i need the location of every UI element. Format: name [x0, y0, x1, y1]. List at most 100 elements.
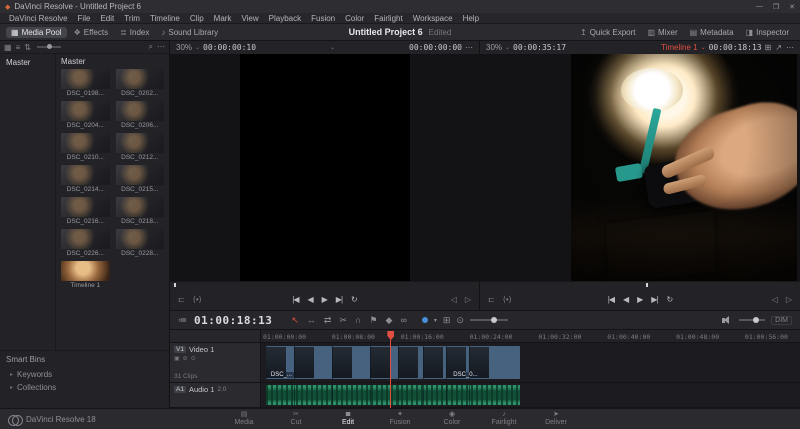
media-clip[interactable]: DSC_0214... — [61, 165, 110, 193]
timeline-ruler[interactable]: 01:00:00:00 01:00:08:00 01:00:16:00 01:00:2… — [170, 330, 800, 343]
goto-first-frame-button[interactable]: |◀ — [292, 295, 299, 304]
source-zoom-select[interactable]: 30% — [176, 43, 192, 52]
timeline-name-select[interactable]: Timeline 1 — [661, 43, 698, 52]
more-options-icon[interactable]: ⋯ — [157, 42, 165, 52]
media-clip[interactable]: DSC_0226... — [61, 229, 110, 257]
dynamic-trim-tool[interactable]: ⇄ — [324, 315, 332, 326]
expand-viewer-icon[interactable]: ↗ — [775, 43, 782, 52]
source-current-timecode[interactable]: 00:00:00:00 — [409, 43, 462, 52]
menu-item[interactable]: Edit — [95, 13, 119, 24]
thumbnail-zoom-slider[interactable] — [36, 44, 61, 49]
menu-item[interactable]: Playback — [264, 13, 306, 24]
media-clip[interactable]: Timeline 1 — [61, 261, 110, 289]
goto-last-frame-button[interactable]: ▶| — [336, 295, 343, 304]
goto-last-frame-button[interactable]: ▶| — [651, 295, 658, 304]
loop-button[interactable]: ↻ — [667, 295, 674, 304]
timeline-timecode[interactable]: 01:00:18:13 — [194, 314, 272, 327]
marker-color-icon[interactable] — [421, 317, 428, 323]
audio-track-body[interactable] — [261, 383, 800, 407]
page-tab[interactable]: ✂ Cut — [270, 411, 322, 427]
page-tab[interactable]: ≣ Edit — [322, 411, 374, 427]
page-tab[interactable]: ➤ Deliver — [530, 411, 582, 427]
multicam-grid-icon[interactable]: ⊞ — [765, 43, 772, 52]
marker-dropdown-icon[interactable]: ▾ — [434, 317, 437, 324]
panel-toggle-button[interactable]: ↥ Quick Export — [575, 27, 641, 38]
timeline-zoom-select[interactable]: 30% — [486, 43, 502, 52]
thumbnail-view-icon[interactable]: ▦ — [4, 43, 12, 52]
razor-tool[interactable]: ✂ — [339, 315, 347, 326]
menu-item[interactable]: Timeline — [145, 13, 185, 24]
page-tab[interactable]: ♪ Fairlight — [478, 411, 530, 427]
goto-first-frame-button[interactable]: |◀ — [608, 295, 615, 304]
menu-item[interactable]: Fairlight — [369, 13, 407, 24]
page-tab[interactable]: ▤ Media — [218, 411, 270, 427]
step-back-button[interactable]: ◀ — [623, 295, 629, 304]
search-icon[interactable]: ⌕ — [149, 42, 153, 52]
loop-button[interactable]: ↻ — [351, 295, 358, 304]
bin-item[interactable]: Master — [0, 57, 55, 68]
timeline-options-icon[interactable]: ≔ — [178, 315, 187, 326]
list-view-icon[interactable]: ≡ — [16, 43, 21, 52]
detail-zoom-icon[interactable]: ⊙ — [456, 315, 464, 326]
menu-item[interactable]: Fusion — [306, 13, 340, 24]
panel-toggle-button[interactable]: ♪ Sound Library — [156, 27, 223, 38]
sort-icon[interactable]: ⇅ — [24, 43, 31, 52]
source-clip-menu-icon[interactable]: ⌄ — [259, 44, 406, 51]
timeline-viewer-scrub-bar[interactable] — [480, 281, 800, 288]
track-lock-icon[interactable]: ⊘ — [183, 355, 188, 362]
panel-toggle-button[interactable]: ❖ Effects — [69, 27, 113, 38]
menu-item[interactable]: View — [236, 13, 263, 24]
flag-icon[interactable]: ⚑ — [369, 315, 377, 326]
timeline-duration-timecode[interactable]: 00:00:35:17 — [513, 43, 566, 52]
video-clips[interactable]: DSC_... DSC_0... — [266, 346, 520, 379]
page-tab[interactable]: ✦ Fusion — [374, 411, 426, 427]
viewer-options-icon[interactable]: ⋯ — [786, 43, 794, 52]
timeline-zoom-slider[interactable] — [470, 317, 508, 323]
media-clip[interactable]: DSC_0204... — [61, 101, 110, 129]
minimize-button[interactable]: — — [756, 3, 763, 11]
media-clip[interactable]: DSC_0212... — [115, 133, 164, 161]
timeline-viewer-playhead-marker[interactable] — [646, 283, 649, 287]
dim-button[interactable]: DIM — [771, 315, 792, 325]
maximize-button[interactable]: ❐ — [773, 3, 779, 11]
source-playhead-marker[interactable] — [174, 283, 176, 287]
menu-item[interactable]: Trim — [119, 13, 145, 24]
link-clips-icon[interactable]: ∞ — [400, 315, 406, 325]
panel-toggle-button[interactable]: ▤ Metadata — [685, 27, 739, 38]
video-track-body[interactable]: DSC_... DSC_0... — [261, 343, 800, 382]
media-clip[interactable]: DSC_0206... — [115, 101, 164, 129]
auto-select-icon[interactable]: ⊙ — [191, 355, 196, 362]
media-clip[interactable]: DSC_0218... — [115, 197, 164, 225]
page-tab[interactable]: ◉ Color — [426, 411, 478, 427]
media-clip[interactable]: DSC_0198... — [61, 69, 110, 97]
step-back-button[interactable]: ◀ — [307, 295, 313, 304]
menu-item[interactable]: Workspace — [408, 13, 458, 24]
full-extent-zoom-icon[interactable]: ⊞ — [443, 315, 451, 326]
monitor-volume-slider[interactable] — [739, 317, 766, 323]
track-badge[interactable]: V1 — [174, 346, 186, 353]
speaker-icon[interactable] — [722, 315, 733, 325]
close-button[interactable]: ✕ — [789, 3, 795, 11]
smart-bin-item[interactable]: ▸ Keywords — [6, 368, 163, 381]
panel-toggle-button[interactable]: ◨ Inspector — [741, 27, 794, 38]
media-clip[interactable]: DSC_0215... — [115, 165, 164, 193]
previous-edit-icon[interactable]: ◁ — [451, 295, 457, 304]
trim-edit-tool[interactable]: ↔ — [307, 315, 316, 325]
menu-item[interactable]: DaVinci Resolve — [4, 13, 73, 24]
video-track-header[interactable]: V1 Video 1 ▣ ⊘ ⊙ 31 Clips — [170, 343, 261, 382]
panel-toggle-button[interactable]: ▦ Media Pool — [6, 26, 67, 38]
track-badge[interactable]: A1 — [174, 386, 186, 393]
track-enable-icon[interactable]: ▣ — [174, 355, 180, 362]
jog-control[interactable]: ⟨•⟩ — [503, 295, 512, 304]
next-edit-icon[interactable]: ▷ — [786, 295, 792, 304]
media-clip[interactable]: DSC_0210... — [61, 133, 110, 161]
menu-item[interactable]: Color — [340, 13, 369, 24]
jog-control[interactable]: ⟨•⟩ — [193, 295, 202, 304]
menu-item[interactable]: Help — [458, 13, 484, 24]
timeline-current-timecode[interactable]: 00:00:18:13 — [709, 43, 762, 52]
next-edit-icon[interactable]: ▷ — [465, 295, 471, 304]
menu-item[interactable]: File — [73, 13, 96, 24]
snapping-icon[interactable]: ∩ — [355, 315, 361, 325]
source-scrub-bar[interactable] — [170, 281, 479, 288]
media-clip[interactable]: DSC_0228... — [115, 229, 164, 257]
